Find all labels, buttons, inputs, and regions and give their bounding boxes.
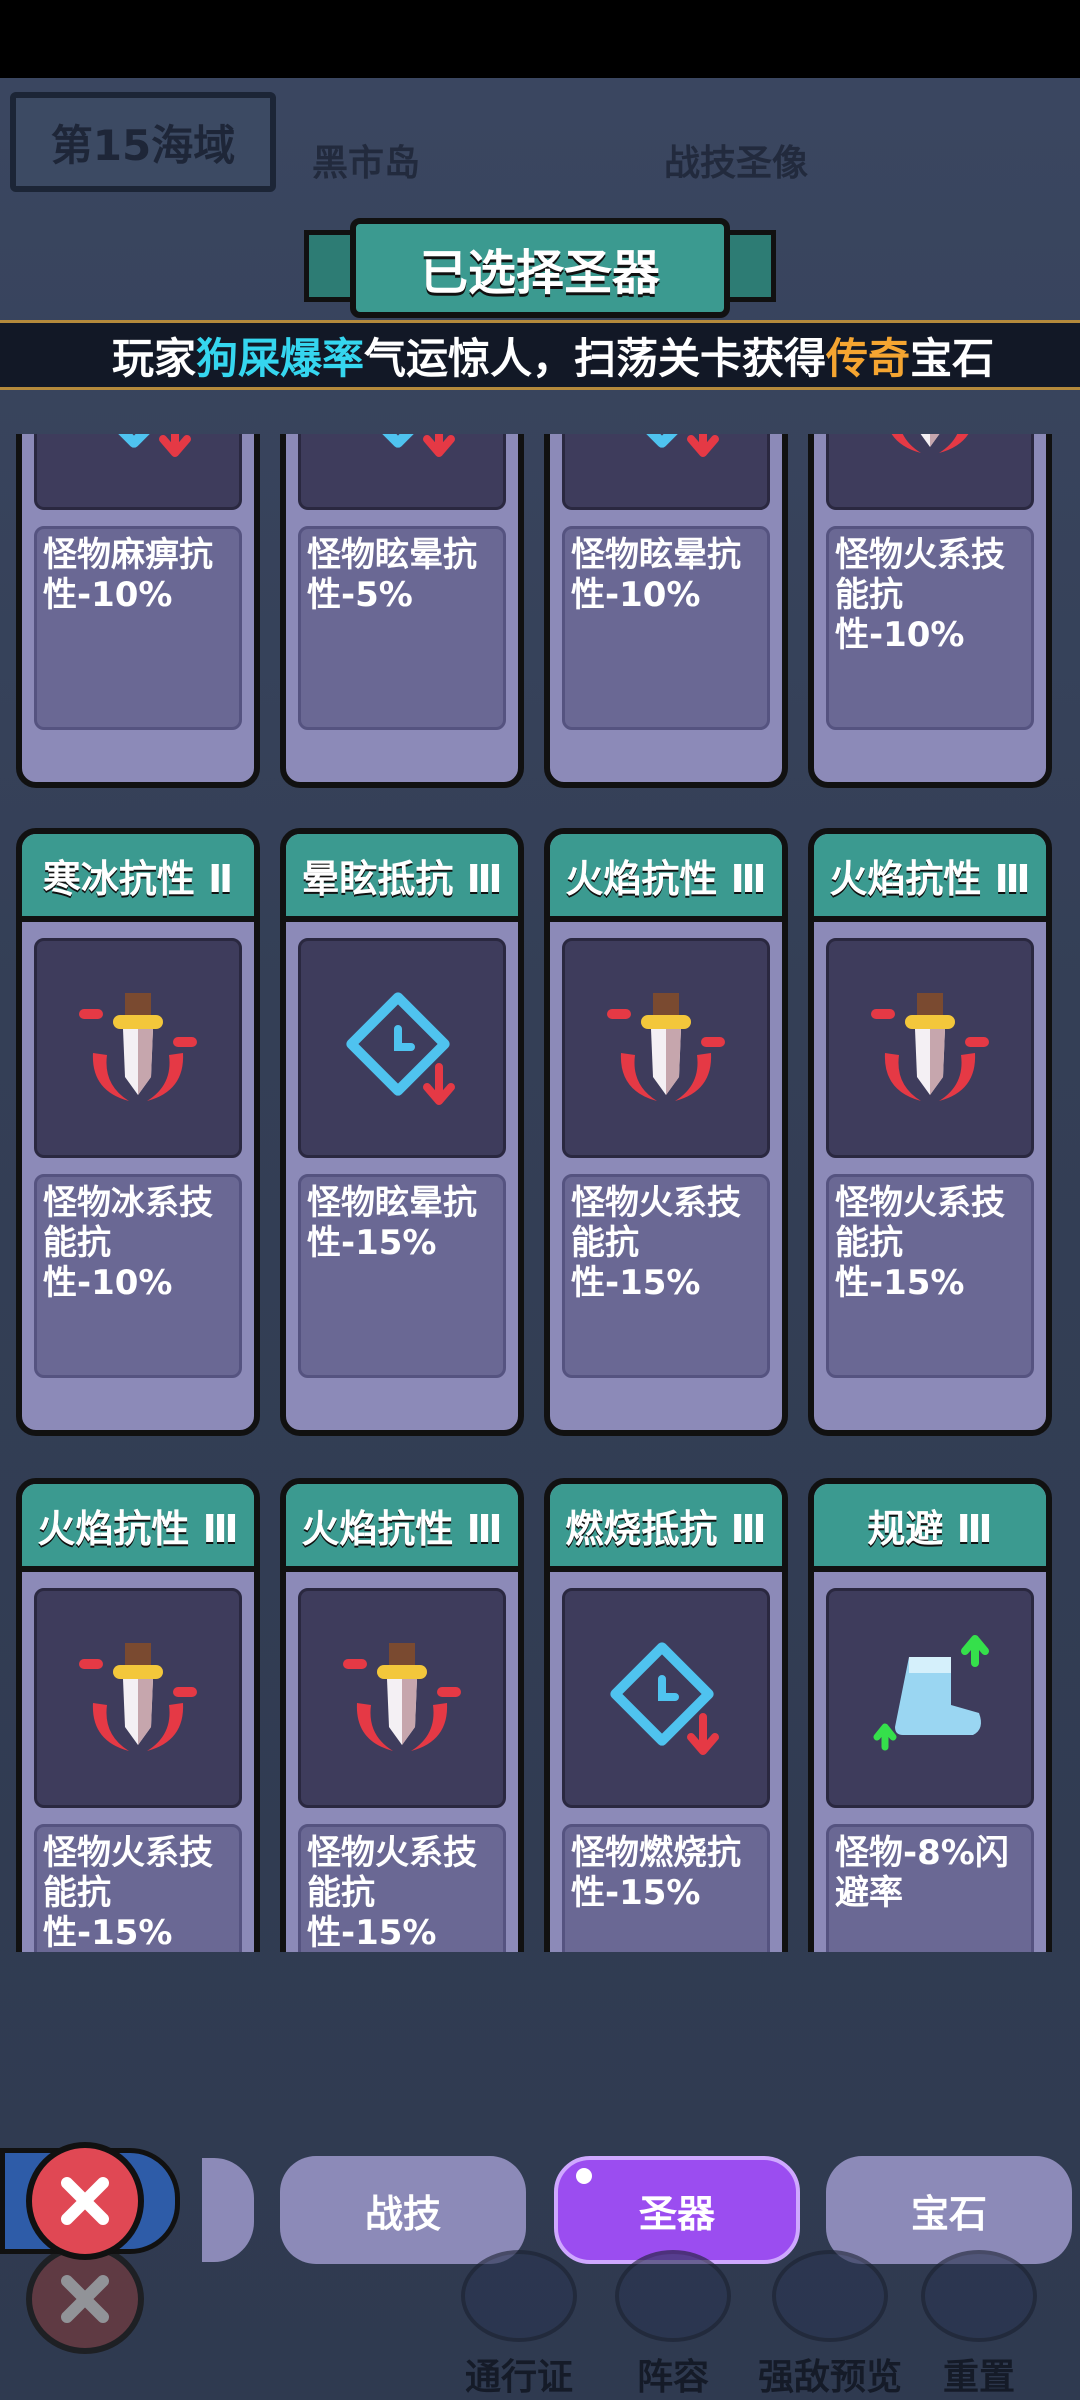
close-icon: [61, 2177, 109, 2225]
nav-lineup-label: 阵容: [636, 2357, 709, 2398]
stun-diamond-icon: [298, 938, 506, 1158]
lineup-icon: [615, 2250, 731, 2342]
fire-dagger-icon: [562, 938, 770, 1158]
fire-dagger-icon: [34, 1588, 242, 1808]
magnifier-icon: [772, 2250, 888, 2342]
fire-dagger-icon: [826, 434, 1034, 510]
artifact-card[interactable]: 怪物眩晕抗性-10%: [544, 434, 788, 788]
announcement-ticker: 玩家 狗屎爆率 气运惊人，扫荡关卡获得 传奇 宝石: [0, 320, 1080, 390]
artifact-card[interactable]: 怪物麻痹抗性-10%: [16, 434, 260, 788]
artifact-card[interactable]: 火焰抗性 Ⅲ 怪物火系技能抗性-15%: [280, 1478, 524, 1952]
artifact-card-description: 怪物火系技能抗性-15%: [562, 1174, 770, 1378]
nav-enemy-preview[interactable]: 强敌预览: [740, 2250, 920, 2400]
artifact-card-description: 怪物冰系技能抗性-10%: [34, 1174, 242, 1378]
artifact-card[interactable]: 火焰抗性 Ⅲ 怪物火系技能抗性-15%: [808, 828, 1052, 1436]
nav-pass-label: 通行证: [464, 2357, 573, 2398]
sea-zone-badge: 第15海域: [10, 92, 276, 192]
artifact-card-title: 火焰抗性 Ⅲ: [286, 1484, 518, 1572]
artifact-card-description: 怪物麻痹抗性-10%: [34, 526, 242, 730]
tab-artifacts-label: 圣器: [638, 2191, 715, 2236]
artifact-card-title: 火焰抗性 Ⅲ: [550, 834, 782, 922]
artifact-card[interactable]: 寒冰抗性 Ⅱ 怪物冰系技能抗性-10%: [16, 828, 260, 1436]
pass-icon: [461, 2250, 577, 2342]
artifact-card-description: 怪物火系技能抗性-10%: [826, 526, 1034, 730]
artifact-card-description: 怪物火系技能抗性-15%: [298, 1824, 506, 1952]
artifact-card-title: 火焰抗性 Ⅲ: [814, 834, 1046, 922]
artifact-card-title: 寒冰抗性 Ⅱ: [22, 834, 254, 922]
panel-title-banner: 已选择圣器: [350, 218, 730, 318]
artifact-card-title: 规避 Ⅲ: [814, 1484, 1046, 1572]
artifact-card[interactable]: 怪物眩晕抗性-5%: [280, 434, 524, 788]
stun-diamond-icon: [298, 434, 506, 510]
artifact-card[interactable]: 怪物火系技能抗性-10%: [808, 434, 1052, 788]
fire-dagger-icon: [298, 1588, 506, 1808]
artifact-card-description: 怪物火系技能抗性-15%: [34, 1824, 242, 1952]
close-button-shadow: [26, 2244, 144, 2354]
stun-diamond-icon: [562, 1588, 770, 1808]
artifact-card-description: 怪物-8%闪避率: [826, 1824, 1034, 1952]
fire-dagger-icon: [826, 938, 1034, 1158]
artifact-card[interactable]: 火焰抗性 Ⅲ 怪物火系技能抗性-15%: [16, 1478, 260, 1952]
stun-diamond-icon: [562, 434, 770, 510]
artifact-card-description: 怪物燃烧抗性-15%: [562, 1824, 770, 1952]
artifact-card[interactable]: 晕眩抵抗 Ⅲ 怪物眩晕抗性-15%: [280, 828, 524, 1436]
artifact-card[interactable]: 燃烧抵抗 Ⅲ 怪物燃烧抗性-15%: [544, 1478, 788, 1952]
artifact-card-title: 火焰抗性 Ⅲ: [22, 1484, 254, 1572]
nav-reset-label: 重置: [942, 2357, 1015, 2398]
ticker-highlight-drop-rate: 狗屎爆率: [196, 333, 365, 383]
artifact-grid[interactable]: 怪物麻痹抗性-10% 怪物眩晕抗性-5% 怪物眩晕抗性-10% 怪物火系技能抗性-10…: [0, 434, 1080, 1952]
tab-artifacts[interactable]: 圣器: [554, 2156, 800, 2264]
tab-gems[interactable]: 宝石: [826, 2156, 1072, 2264]
nav-pass[interactable]: 通行证: [444, 2250, 594, 2400]
tab-skills[interactable]: 战技: [280, 2156, 526, 2264]
ticker-prefix: 玩家: [112, 333, 197, 383]
nav-reset[interactable]: 重置: [904, 2250, 1054, 2400]
stun-diamond-icon: [34, 434, 242, 510]
artifact-card-description: 怪物眩晕抗性-15%: [298, 1174, 506, 1378]
ticker-highlight-legendary: 传奇: [826, 333, 911, 383]
reset-icon: [921, 2250, 1037, 2342]
status-bar: [0, 0, 1080, 78]
ticker-middle: 气运惊人，扫荡关卡获得: [364, 333, 827, 383]
nav-enemy-preview-label: 强敌预览: [757, 2357, 902, 2398]
fire-dagger-icon: [34, 938, 242, 1158]
artifact-card-title: 燃烧抵抗 Ⅲ: [550, 1484, 782, 1572]
boot-icon: [826, 1588, 1034, 1808]
artifact-card[interactable]: 火焰抗性 Ⅲ 怪物火系技能抗性-15%: [544, 828, 788, 1436]
artifact-card-description: 怪物眩晕抗性-10%: [562, 526, 770, 730]
artifact-card[interactable]: 规避 Ⅲ 怪物-8%闪避率: [808, 1478, 1052, 1952]
close-button[interactable]: [26, 2142, 144, 2260]
map-label-skill-statue: 战技圣像: [664, 143, 809, 184]
ticker-suffix: 宝石: [910, 333, 995, 383]
artifact-card-description: 怪物眩晕抗性-5%: [298, 526, 506, 730]
artifact-card-description: 怪物火系技能抗性-15%: [826, 1174, 1034, 1378]
map-label-black-market: 黑市岛: [312, 143, 421, 184]
artifact-card-title: 晕眩抵抗 Ⅲ: [286, 834, 518, 922]
nav-lineup[interactable]: 阵容: [598, 2250, 748, 2400]
tab-dot-indicator: [576, 2168, 592, 2184]
